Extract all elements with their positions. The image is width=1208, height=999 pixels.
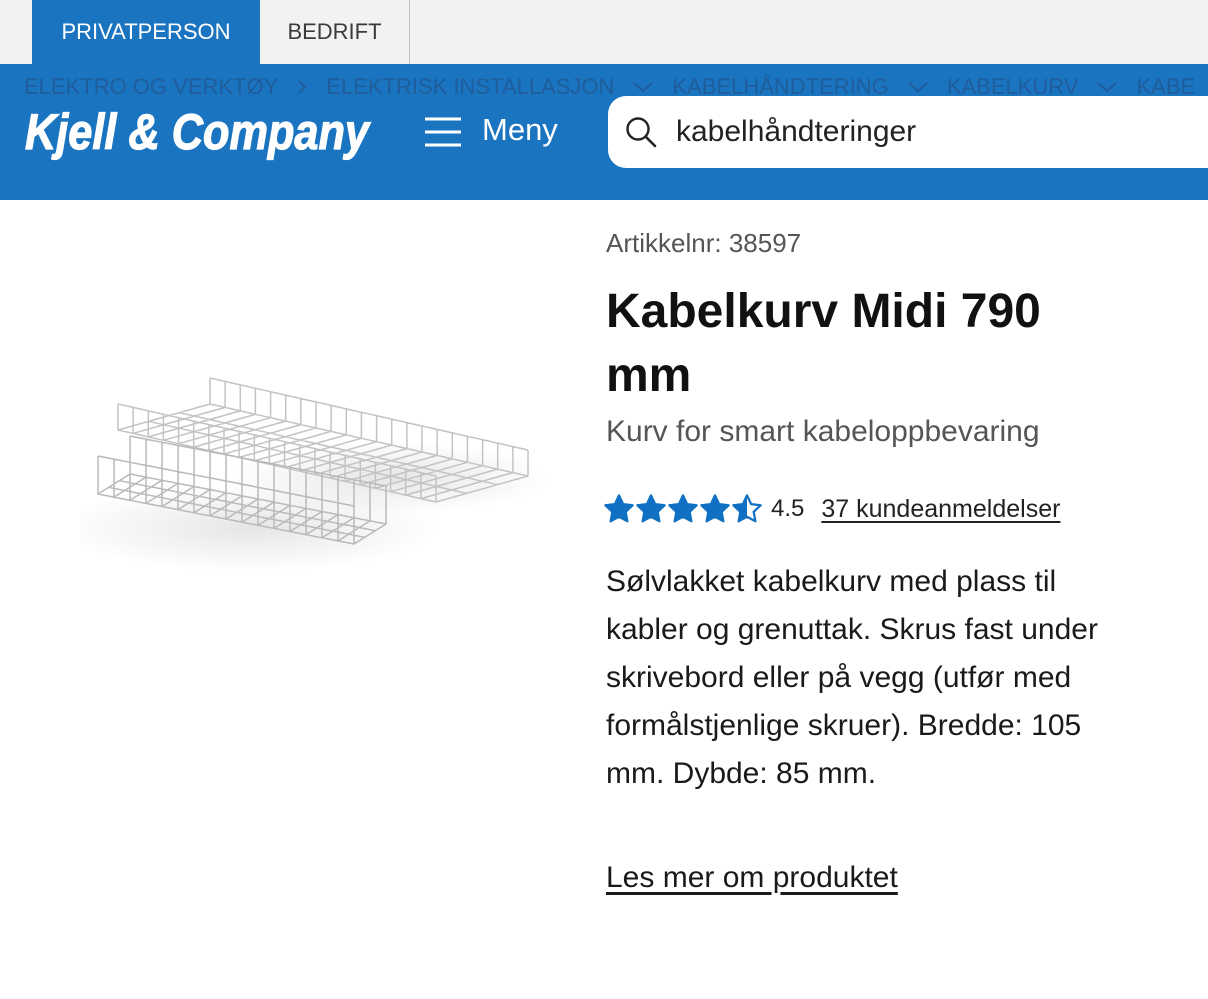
reviews-link[interactable]: 37 kundeanmeldelser <box>821 495 1060 524</box>
hamburger-menu-icon <box>425 117 461 147</box>
article-number-label: Artikkelnr: <box>606 228 722 258</box>
breadcrumb-item-elektro-og-verktoy[interactable]: ELEKTRO OG VERKTØY <box>24 74 278 100</box>
product-photo <box>80 377 550 572</box>
rating-stars[interactable] <box>603 493 763 525</box>
read-more-link[interactable]: Les mer om produktet <box>606 860 898 896</box>
brand-logo-text: Kjell & Company <box>25 104 371 160</box>
product-info: Artikkelnr: 38597 Kabelkurv Midi 790 mm K… <box>603 0 1121 999</box>
tab-privatperson[interactable]: PRIVATPERSON <box>32 0 260 64</box>
tab-bedrift[interactable]: BEDRIFT <box>260 0 410 64</box>
product-rating: 4.5 37 kundeanmeldelser <box>603 490 1060 528</box>
star-filled-icon <box>700 494 730 523</box>
chevron-right-icon <box>298 80 307 94</box>
star-filled-icon <box>604 494 634 523</box>
product-title: Kabelkurv Midi 790 mm <box>606 285 1041 402</box>
product-subtitle: Kurv for smart kabeloppbevaring <box>606 415 1040 448</box>
product-image[interactable] <box>80 360 550 590</box>
product-description: Sølvlakket kabelkurv med plass til kable… <box>606 565 1098 790</box>
brand-logo[interactable]: Kjell & Company <box>24 104 376 164</box>
article-number: Artikkelnr: 38597 <box>606 227 801 259</box>
breadcrumb-item-elektrisk-installasjon[interactable]: ELEKTRISK INSTALLASJON <box>326 74 614 100</box>
menu-label: Meny <box>482 112 558 147</box>
star-half-icon <box>732 494 762 523</box>
star-filled-icon <box>636 494 666 523</box>
rating-value: 4.5 <box>771 495 805 522</box>
star-filled-icon <box>668 494 698 523</box>
menu-button[interactable]: Meny <box>420 108 570 156</box>
article-number-value: 38597 <box>728 228 802 258</box>
